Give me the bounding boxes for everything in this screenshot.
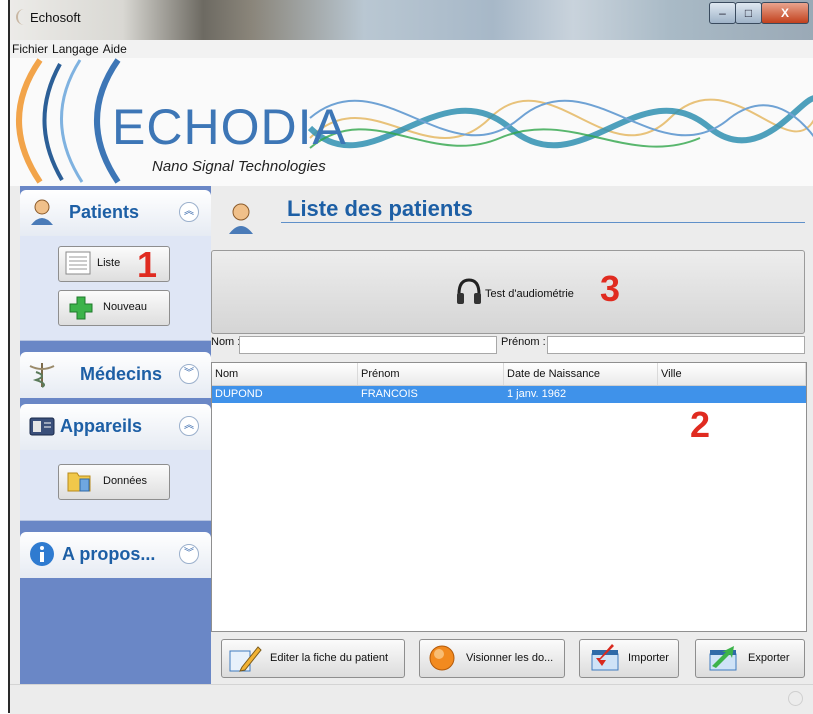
- column-header-nom[interactable]: Nom: [212, 363, 358, 385]
- title-bar: Echosoft – □ X: [10, 0, 813, 40]
- resize-grip-icon[interactable]: [788, 691, 803, 706]
- column-header-ville[interactable]: Ville: [658, 363, 806, 385]
- annotation-2: 2: [690, 404, 711, 445]
- window-title: Echosoft: [30, 10, 81, 25]
- donnees-button[interactable]: Données: [58, 464, 170, 500]
- edit-pencil-icon: [229, 646, 262, 672]
- sidebar: Patients ︽ Liste Nouveau Médecins ︾ Appa…: [20, 186, 211, 684]
- export-label: Exporter: [748, 652, 790, 664]
- patient-list-icon: [229, 203, 253, 234]
- test-audiometrie-label: Test d'audiométrie: [485, 288, 574, 300]
- liste-label: Liste: [97, 257, 121, 269]
- prenom-filter-label: Prénom :: [501, 336, 546, 348]
- annotation-1: 1: [137, 244, 158, 285]
- patients-table: Nom Prénom Date de Naissance Ville DUPON…: [211, 362, 807, 632]
- menu-bar: Fichier Langage Aide: [10, 40, 813, 59]
- table-row[interactable]: DUPOND FRANCOIS 1 janv. 1962: [212, 386, 806, 403]
- app-window: Echosoft – □ X Fichier Langage Aide ECHODI…: [8, 0, 813, 714]
- sidebar-section-apropos[interactable]: A propos... ︾: [20, 532, 211, 578]
- sidebar-title-appareils: Appareils: [60, 416, 143, 436]
- nom-filter-label: Nom :: [211, 336, 241, 348]
- test-audiometrie-button[interactable]: Test d'audiométrie: [211, 250, 805, 334]
- device-icon: [29, 417, 55, 436]
- sidebar-title-patients: Patients: [69, 202, 140, 222]
- headphones-icon: [457, 278, 481, 304]
- appareils-panel: Données: [20, 450, 211, 521]
- menu-langage[interactable]: Langage: [50, 40, 101, 56]
- import-button[interactable]: Importer: [579, 639, 679, 678]
- import-label: Importer: [628, 652, 669, 664]
- sidebar-section-patients[interactable]: Patients ︽: [20, 190, 211, 236]
- sidebar-section-appareils[interactable]: Appareils ︽: [20, 404, 211, 450]
- data-folder-icon: [67, 472, 91, 492]
- collapse-chevron-icon[interactable]: ︽: [179, 202, 199, 222]
- sidebar-title-apropos: A propos...: [62, 544, 156, 564]
- nouveau-button[interactable]: Nouveau: [58, 290, 170, 326]
- annotation-3: 3: [600, 268, 621, 309]
- main-panel: Liste des patients Test d'audiométrie No…: [211, 186, 813, 684]
- title-underline: [281, 222, 805, 223]
- sidebar-title-medecins: Médecins: [80, 364, 163, 384]
- edit-patient-label: Editer la fiche du patient: [270, 652, 389, 664]
- app-icon: [16, 9, 28, 25]
- cell-ville: [658, 386, 806, 403]
- filter-nom: Nom :: [211, 336, 501, 354]
- view-documents-button[interactable]: Visionner les do...: [419, 639, 565, 678]
- menu-aide[interactable]: Aide: [101, 40, 129, 56]
- status-bar: [10, 684, 813, 714]
- column-header-prenom[interactable]: Prénom: [358, 363, 504, 385]
- nouveau-label: Nouveau: [103, 301, 148, 313]
- plus-icon: [69, 296, 93, 320]
- expand-chevron-icon[interactable]: ︾: [179, 544, 199, 564]
- prenom-filter-input[interactable]: [547, 336, 805, 354]
- collapse-chevron-icon[interactable]: ︽: [179, 416, 199, 436]
- view-orb-icon: [429, 645, 455, 671]
- import-arrow-icon: [591, 644, 619, 671]
- export-button[interactable]: Exporter: [695, 639, 805, 678]
- page-title: Liste des patients: [287, 196, 473, 221]
- filter-prenom: Prénom :: [501, 336, 805, 354]
- expand-chevron-icon[interactable]: ︾: [179, 364, 199, 384]
- info-icon: [30, 542, 54, 566]
- table-header: Nom Prénom Date de Naissance Ville: [212, 363, 806, 386]
- list-icon: [65, 251, 91, 275]
- cell-naissance: 1 janv. 1962: [507, 388, 567, 400]
- export-arrow-icon: [709, 646, 737, 671]
- menu-fichier[interactable]: Fichier: [10, 40, 50, 56]
- close-button[interactable]: X: [761, 2, 809, 24]
- edit-patient-button[interactable]: Editer la fiche du patient: [221, 639, 405, 678]
- maximize-button[interactable]: □: [735, 2, 762, 24]
- column-header-naissance[interactable]: Date de Naissance: [504, 363, 658, 385]
- donnees-label: Données: [103, 475, 148, 487]
- minimize-button[interactable]: –: [709, 2, 736, 24]
- nom-filter-input[interactable]: [239, 336, 497, 354]
- brand-name: ECHODIA: [112, 99, 347, 155]
- banner: ECHODIA Nano Signal Technologies: [10, 58, 813, 186]
- patient-icon: [31, 199, 53, 225]
- brand-tagline: Nano Signal Technologies: [152, 158, 326, 175]
- caduceus-icon: [29, 363, 55, 388]
- view-documents-label: Visionner les do...: [466, 652, 554, 664]
- sidebar-section-medecins[interactable]: Médecins ︾: [20, 352, 211, 398]
- cell-nom: DUPOND: [215, 388, 263, 400]
- cell-prenom: FRANCOIS: [361, 388, 418, 400]
- patients-panel: Liste Nouveau: [20, 236, 211, 341]
